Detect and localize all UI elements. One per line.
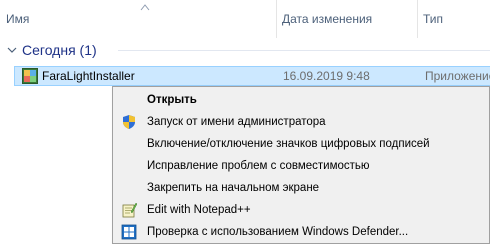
file-date: 16.09.2019 9:48	[283, 69, 370, 83]
sort-ascending-icon	[140, 4, 150, 11]
menu-item-label: Исправление проблем с совместимостью	[147, 160, 370, 172]
menu-item-scan-windows-defender[interactable]: Проверка с использованием Windows Defend…	[115, 221, 487, 243]
column-header-type[interactable]: Тип	[417, 0, 490, 38]
menu-item-label: Открыть	[147, 94, 197, 106]
group-header-today[interactable]: Сегодня (1)	[0, 38, 490, 62]
menu-item-label: Включение/отключение значков цифровых по…	[147, 138, 430, 150]
menu-item-label: Edit with Notepad++	[147, 204, 251, 216]
file-row-selected[interactable]: FaraLightInstaller 16.09.2019 9:48 Прило…	[14, 66, 490, 86]
column-header-name-label: Имя	[6, 12, 30, 26]
notepad-plus-plus-icon	[122, 202, 137, 218]
context-menu: Открыть Запуск от имени администратора В…	[112, 86, 490, 244]
menu-item-label: Проверка с использованием Windows Defend…	[147, 226, 409, 238]
chevron-down-icon[interactable]	[6, 44, 18, 56]
column-header-date[interactable]: Дата изменения	[276, 0, 417, 38]
menu-item-troubleshoot-compatibility[interactable]: Исправление проблем с совместимостью	[115, 155, 487, 177]
menu-item-pin-to-start[interactable]: Закрепить на начальном экране	[115, 177, 487, 199]
explorer-window: Имя Дата изменения Тип Сегодня (1) FaraL…	[0, 0, 490, 244]
column-header-date-label: Дата изменения	[282, 12, 373, 26]
file-type: Приложение	[425, 69, 490, 83]
group-label: Сегодня (1)	[22, 42, 97, 58]
menu-item-toggle-signature-icons[interactable]: Включение/отключение значков цифровых по…	[115, 133, 487, 155]
menu-item-open[interactable]: Открыть	[115, 89, 487, 111]
menu-item-edit-notepad-plus-plus[interactable]: Edit with Notepad++	[115, 199, 487, 221]
uac-shield-icon	[123, 115, 135, 129]
application-icon	[22, 68, 38, 84]
column-header-type-label: Тип	[423, 12, 444, 26]
file-name: FaraLightInstaller	[42, 69, 135, 83]
menu-item-label: Запуск от имени администратора	[147, 116, 326, 128]
menu-item-run-as-admin[interactable]: Запуск от имени администратора	[115, 111, 487, 133]
column-header-name[interactable]: Имя	[0, 0, 276, 38]
windows-defender-icon	[121, 224, 137, 240]
group-divider	[118, 50, 490, 51]
menu-item-label: Закрепить на начальном экране	[147, 182, 320, 194]
